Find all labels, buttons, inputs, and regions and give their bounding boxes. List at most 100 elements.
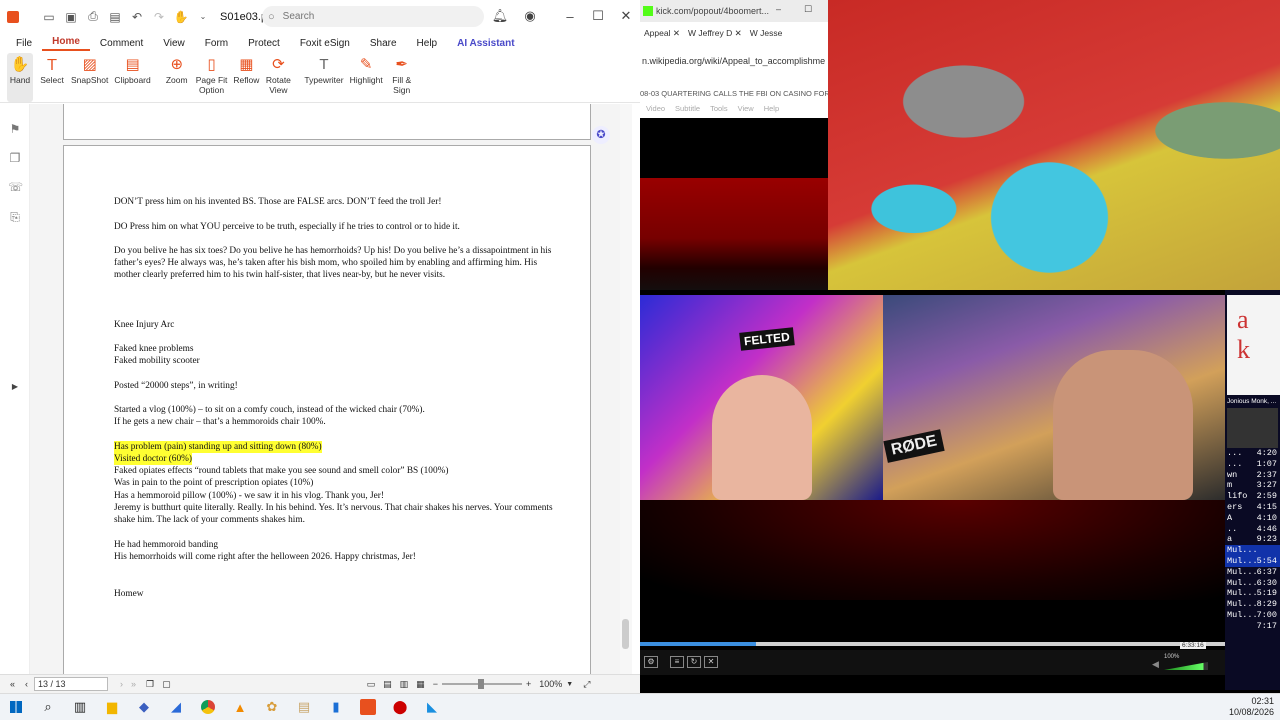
minimize-button[interactable]: –	[556, 4, 584, 28]
maximize-button[interactable]: ☐	[584, 4, 612, 28]
playlist-item[interactable]: m 3:27	[1225, 480, 1280, 491]
foxit-taskbar-icon[interactable]	[354, 695, 382, 719]
close-tab-icon[interactable]: ✕	[673, 28, 680, 38]
menu-comment[interactable]: Comment	[90, 38, 153, 49]
zoom-dropdown-icon[interactable]: ▼	[566, 681, 573, 688]
print-icon[interactable]: ⎙	[82, 6, 104, 28]
zoom-button[interactable]: ⊕ Zoom	[164, 53, 190, 102]
clipboard-button[interactable]: ▤ Clipboard	[114, 53, 150, 102]
notification-bell-icon[interactable]: 🔔︎	[486, 4, 514, 28]
system-clock[interactable]: 02:31 10/08/2026	[1229, 696, 1274, 718]
settings-icon[interactable]: ⚙	[644, 656, 658, 668]
rotate-view-button[interactable]: ⟳ Rotate View	[265, 53, 291, 102]
facing-view-icon[interactable]: ▥	[400, 679, 409, 690]
search-input[interactable]	[282, 11, 463, 22]
app-icon-1[interactable]: ◆	[130, 695, 158, 719]
dropdown-icon[interactable]: ⌄	[192, 6, 214, 28]
zoom-level[interactable]: 100%	[539, 679, 562, 689]
menu-foxit-esign[interactable]: Foxit eSign	[290, 38, 360, 49]
highlight-button[interactable]: ✎ Highlight	[350, 53, 383, 102]
menu-share[interactable]: Share	[360, 38, 407, 49]
minimize-icon[interactable]: –	[776, 4, 781, 14]
volume-slider[interactable]	[1164, 662, 1208, 670]
page-fit-button[interactable]: ▯ Page Fit Option	[196, 53, 228, 102]
page-number-field[interactable]: 13 / 13	[34, 677, 109, 691]
fill-sign-button[interactable]: ✒ Fill & Sign	[389, 53, 415, 102]
account-icon[interactable]: ◉	[516, 4, 544, 28]
menu-form[interactable]: Form	[195, 38, 238, 49]
app-icon-6[interactable]: ⬤	[386, 695, 414, 719]
zoom-slider[interactable]	[441, 679, 522, 689]
zoom-out-icon[interactable]: −	[433, 679, 438, 689]
vertical-scrollbar[interactable]	[620, 104, 632, 674]
playlist-icon[interactable]: ≡	[670, 656, 684, 668]
menu-file[interactable]: File	[6, 38, 42, 49]
app-icon-4[interactable]: ▤	[290, 695, 318, 719]
document-area[interactable]: DON’T press him on his invented BS. Thos…	[30, 104, 632, 674]
tab-jeffrey[interactable]: W Jeffrey D ✕	[684, 28, 746, 39]
app-icon-2[interactable]: ◢	[162, 695, 190, 719]
pages-icon[interactable]: ❐	[8, 151, 22, 165]
hand-quick-icon[interactable]: ✋	[170, 6, 192, 28]
reflow-button[interactable]: ▦ Reflow	[233, 53, 259, 102]
tab-jesse[interactable]: W Jesse	[746, 28, 787, 38]
playlist-item[interactable]: ... 1:07	[1225, 459, 1280, 470]
start-button[interactable]	[2, 695, 30, 719]
volume-icon[interactable]: ◀	[1152, 659, 1159, 670]
next-page-icon[interactable]: ›	[120, 679, 123, 689]
playlist-item[interactable]: Mul... 5:54	[1225, 545, 1280, 566]
maximize-icon[interactable]: ☐	[804, 4, 812, 15]
menu-home[interactable]: Home	[42, 36, 90, 51]
save-icon[interactable]: ▣	[60, 6, 82, 28]
chrome-icon[interactable]	[194, 695, 222, 719]
playlist-item[interactable]: wn 2:37	[1225, 470, 1280, 481]
undo-icon[interactable]: ↶	[126, 6, 148, 28]
ai-assistant-icon[interactable]: ✪	[592, 126, 610, 144]
expand-panel-icon[interactable]: ▶	[8, 382, 22, 396]
fit-screen-icon[interactable]: ⤢	[583, 679, 590, 690]
pdf-page[interactable]: DON’T press him on his invented BS. Thos…	[63, 145, 591, 674]
seek-bar[interactable]	[640, 642, 1225, 646]
playlist-item[interactable]: .. 4:46	[1225, 524, 1280, 535]
playlist-item[interactable]: a 9:23	[1225, 534, 1280, 545]
player-menu-tools[interactable]: Tools	[710, 104, 728, 118]
redo-icon[interactable]: ↷	[148, 6, 170, 28]
player-menu-subtitle[interactable]: Subtitle	[675, 104, 700, 118]
player-menu-video[interactable]: Video	[646, 104, 665, 118]
first-page-icon[interactable]: «	[10, 679, 15, 689]
bookmark-icon[interactable]: ⚑	[8, 122, 22, 136]
single-page-view-icon[interactable]: ▭	[367, 679, 376, 690]
zoom-in-icon[interactable]: +	[526, 679, 531, 689]
snapshot-button[interactable]: ▨ SnapShot	[71, 53, 108, 102]
scroll-thumb[interactable]	[622, 619, 629, 649]
menu-help[interactable]: Help	[407, 38, 448, 49]
prev-page-icon[interactable]: ‹	[25, 679, 28, 689]
file-explorer-icon[interactable]: ▆	[98, 695, 126, 719]
fullscreen-page-icon[interactable]: ▢	[162, 679, 171, 690]
playlist-item[interactable]: ... 4:20	[1225, 448, 1280, 459]
playlist-item[interactable]: lifo 2:59	[1225, 491, 1280, 502]
search-taskbar-icon[interactable]: ⌕	[34, 695, 62, 719]
address-bar[interactable]: n.wikipedia.org/wiki/Appeal_to_accomplis…	[640, 46, 828, 76]
select-tool-button[interactable]: Ｔ Select	[39, 53, 65, 102]
vlc-icon[interactable]: ▲	[226, 695, 254, 719]
hand-tool-button[interactable]: ✋ Hand	[7, 53, 33, 102]
app-icon-3[interactable]: ✿	[258, 695, 286, 719]
menu-ai-assistant[interactable]: AI Assistant	[447, 38, 524, 49]
menu-protect[interactable]: Protect	[238, 38, 290, 49]
search-box[interactable]: ○	[262, 6, 484, 27]
close-tab-icon[interactable]: ✕	[735, 28, 742, 38]
close-button[interactable]: ✕	[612, 4, 640, 28]
open-file-icon[interactable]: ▭	[38, 6, 60, 28]
player-menu-help[interactable]: Help	[764, 104, 779, 118]
foxit-logo-icon[interactable]	[2, 6, 24, 28]
loop-icon[interactable]: ↻	[687, 656, 701, 668]
typewriter-button[interactable]: T Typewriter	[304, 53, 343, 102]
cover-view-icon[interactable]: ▦	[416, 679, 425, 690]
app-icon-5[interactable]: ▮	[322, 695, 350, 719]
shuffle-icon[interactable]: ✕	[704, 656, 718, 668]
attachment-icon[interactable]: ⎘	[8, 210, 22, 224]
comments-icon[interactable]: ☏	[8, 180, 23, 194]
app-icon-7[interactable]: ◣	[418, 695, 446, 719]
copy-page-icon[interactable]: ❐	[146, 679, 154, 690]
